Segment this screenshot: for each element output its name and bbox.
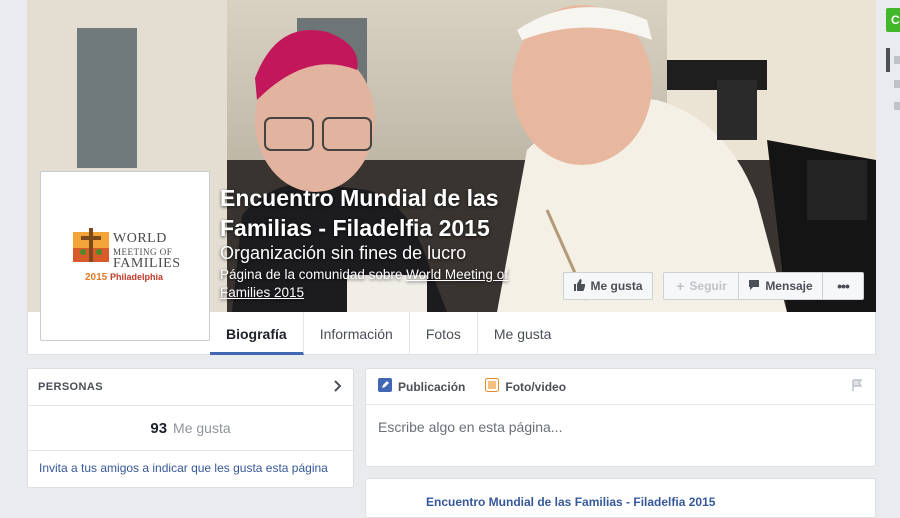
logo-line3: FAMILIES <box>113 256 181 271</box>
logo-city: Philadelphia <box>110 272 164 282</box>
family-icon <box>73 228 109 262</box>
page-title[interactable]: Encuentro Mundial de las Familias - Fila… <box>220 183 560 243</box>
wmf-logo: WORLD MEETING OF FAMILIES 2015 Philadelp… <box>71 226 186 286</box>
like-label: Me gusta <box>590 279 643 293</box>
more-button[interactable]: ••• <box>822 272 864 300</box>
likes-label: Me gusta <box>173 420 231 436</box>
profile-picture[interactable]: WORLD MEETING OF FAMILIES 2015 Philadelp… <box>40 171 210 341</box>
thumbs-up-icon <box>573 278 586 294</box>
like-button[interactable]: Me gusta <box>563 272 653 300</box>
community-prefix: Página de la comunidad sobre <box>220 267 403 282</box>
tab-biografia[interactable]: Biografía <box>210 312 304 355</box>
message-icon <box>748 279 760 294</box>
tab-informacion[interactable]: Información <box>304 312 410 355</box>
logo-year-line: 2015 Philadelphia <box>85 272 163 283</box>
message-label: Mensaje <box>765 279 813 293</box>
message-button[interactable]: Mensaje <box>738 272 823 300</box>
page-tabs: Biografía Información Fotos Me gusta <box>210 312 567 355</box>
composer-tab-post[interactable]: Publicación <box>378 378 465 395</box>
right-rail-item[interactable] <box>894 56 900 64</box>
people-card: PERSONAS 93 Me gusta Invita a tus amigos… <box>27 368 354 488</box>
likes-count: 93 <box>150 419 168 437</box>
right-rail-item[interactable] <box>894 80 900 88</box>
invite-friends-link[interactable]: Invita a tus amigos a indicar que les gu… <box>28 451 353 485</box>
right-rail-item[interactable] <box>894 102 900 110</box>
composer-tab-photo[interactable]: Foto/video <box>485 378 566 395</box>
pencil-icon <box>378 378 392 395</box>
tab-fotos[interactable]: Fotos <box>410 312 478 355</box>
photo-icon <box>485 378 500 395</box>
tab-me-gusta[interactable]: Me gusta <box>478 312 568 355</box>
chevron-right-icon[interactable] <box>333 379 343 395</box>
page-category: Organización sin fines de lucro <box>220 243 467 263</box>
post-author[interactable]: Encuentro Mundial de las Familias - Fila… <box>426 495 715 509</box>
logo-year: 2015 <box>85 272 108 283</box>
composer-input[interactable]: Escribe algo en esta página... <box>366 405 875 449</box>
likes-summary: 93 Me gusta <box>28 406 353 451</box>
plus-icon: + <box>676 278 685 294</box>
right-rail-indicator <box>886 48 890 72</box>
post-composer: Publicación Foto/video Escribe algo en e… <box>365 368 876 467</box>
logo-line1: WORLD <box>113 231 167 246</box>
flag-icon[interactable] <box>851 379 863 394</box>
composer-tabs: Publicación Foto/video <box>366 369 875 405</box>
people-title: PERSONAS <box>38 381 103 393</box>
people-header[interactable]: PERSONAS <box>28 369 353 406</box>
community-info: Página de la comunidad sobre World Meeti… <box>220 266 550 302</box>
right-rail-button[interactable]: C <box>886 8 900 32</box>
post-card: Encuentro Mundial de las Familias - Fila… <box>365 478 876 518</box>
composer-photo-label: Foto/video <box>505 379 567 394</box>
follow-label: Seguir <box>689 279 727 293</box>
composer-post-label: Publicación <box>398 379 466 394</box>
follow-button[interactable]: + Seguir <box>663 272 739 300</box>
